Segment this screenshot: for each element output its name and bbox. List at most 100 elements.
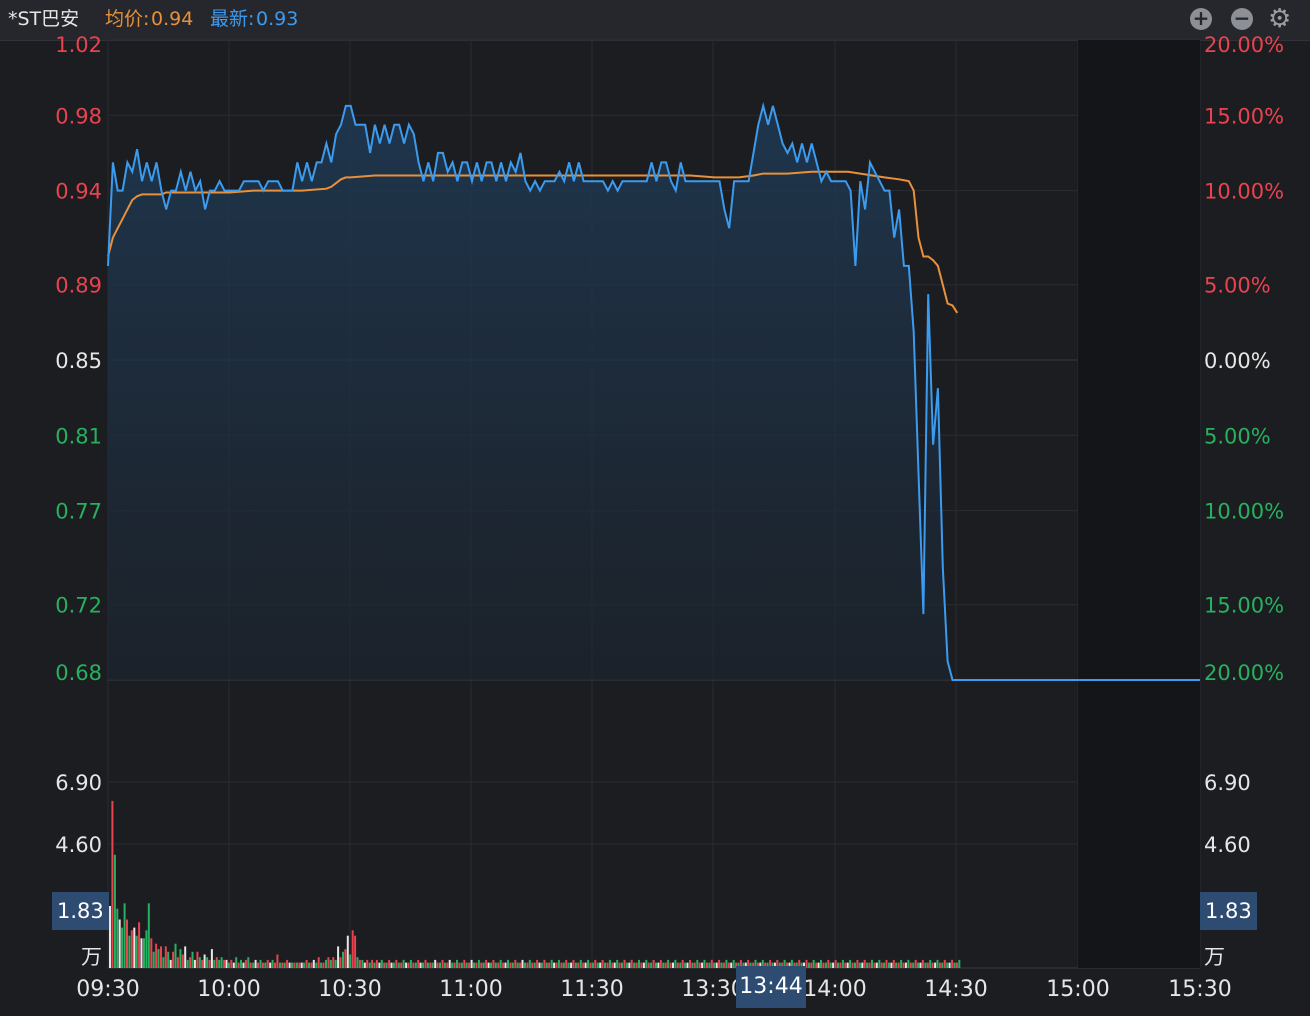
volume-bar (191, 951, 194, 968)
volume-bar (208, 959, 211, 968)
volume-axis-right: 6.90 4.60 万 (1204, 771, 1251, 969)
volume-bar (431, 962, 434, 968)
volume-bar (732, 959, 735, 968)
volume-bar (810, 962, 813, 968)
volume-bar (931, 962, 934, 968)
volume-bar (288, 962, 291, 968)
volume-bar (584, 962, 587, 968)
volume-bar (628, 962, 631, 968)
price-area (108, 105, 1200, 680)
volume-bar (528, 959, 531, 968)
volume-bar (587, 959, 590, 968)
volume-bar (841, 959, 844, 968)
volume-bar (652, 959, 655, 968)
volume-bar (938, 962, 941, 968)
volume-bar (509, 962, 512, 968)
volume-bar (327, 957, 330, 968)
volume-bar (281, 962, 284, 968)
volume-bar (943, 959, 946, 968)
volume-bar (676, 962, 679, 968)
after-close-region (1078, 40, 1200, 968)
volume-bar (511, 962, 514, 968)
price-tick-label: 0.68 (55, 661, 102, 685)
volume-bar (482, 962, 485, 968)
volume-bar (897, 962, 900, 968)
volume-bar (827, 959, 830, 968)
volume-bar (143, 938, 145, 968)
volume-bar (395, 959, 398, 968)
volume-bar (441, 959, 444, 968)
time-tick-label: 10:00 (197, 977, 260, 1002)
volume-bar (240, 959, 242, 968)
percent-tick-label: 10.00% (1204, 180, 1284, 204)
percent-tick-label: 10.00% (1204, 500, 1284, 524)
volume-bar (373, 962, 376, 968)
volume-bar (140, 938, 143, 968)
volume-bar (858, 962, 861, 968)
volume-bar (116, 908, 119, 968)
volume-bar (672, 962, 674, 968)
volume-bar (548, 962, 551, 968)
volume-bar (485, 959, 488, 968)
volume-bar (560, 962, 563, 968)
volume-bar (807, 962, 810, 968)
volume-bar (720, 962, 723, 968)
volume-bar (693, 962, 696, 968)
volume-bar (577, 962, 580, 968)
volume-bar (329, 959, 332, 968)
volume-bar (715, 962, 718, 968)
volume-bar (815, 962, 818, 968)
volume-bar (504, 962, 507, 968)
volume-bar (325, 959, 327, 968)
volume-bar (468, 962, 471, 968)
volume-bar (684, 962, 687, 968)
volume-bar (553, 962, 556, 968)
volume-bar (189, 957, 192, 968)
volume-bar (363, 962, 366, 968)
volume-bar (293, 962, 296, 968)
volume-bar (713, 962, 716, 968)
volume-bar (198, 957, 201, 968)
volume-bar (664, 962, 667, 968)
volume-bar (291, 962, 293, 968)
volume-bar (422, 962, 424, 968)
volume-bar (259, 959, 262, 968)
volume-bar (880, 962, 883, 968)
price-area-fill (108, 105, 1200, 680)
volume-bar (822, 962, 825, 968)
volume-bar (691, 962, 694, 968)
volume-bar (540, 962, 543, 968)
volume-bar (344, 949, 347, 968)
volume-bar (215, 957, 218, 968)
time-crosshair-badge: 13:44 (736, 966, 806, 1008)
volume-bar (550, 959, 553, 968)
volume-bar (567, 962, 570, 968)
volume-bar (346, 935, 349, 968)
volume-bar (856, 959, 859, 968)
volume-bar (456, 959, 458, 968)
volume-bar (621, 962, 623, 968)
volume-bar (451, 962, 454, 968)
volume-bar (232, 962, 235, 968)
volume-bar (582, 962, 585, 968)
volume-bar (599, 962, 602, 968)
volume-bar (358, 959, 361, 968)
volume-bar (589, 962, 592, 968)
volume-bar (337, 946, 340, 968)
volume-bars (109, 800, 961, 968)
volume-bar (436, 962, 439, 968)
volume-bar (169, 959, 172, 968)
volume-bar (138, 922, 141, 968)
volume-bar (230, 959, 233, 968)
volume-bar (883, 962, 886, 968)
volume-bar (902, 962, 905, 968)
volume-bar (383, 962, 386, 968)
price-tick-label: 0.89 (55, 274, 102, 298)
volume-bar (645, 959, 648, 968)
volume-bar (286, 959, 289, 968)
volume-bar (429, 962, 432, 968)
volume-bar (361, 959, 364, 968)
volume-bar (929, 959, 932, 968)
price-tick-label: 1.02 (55, 33, 102, 57)
volume-bar (953, 962, 956, 968)
